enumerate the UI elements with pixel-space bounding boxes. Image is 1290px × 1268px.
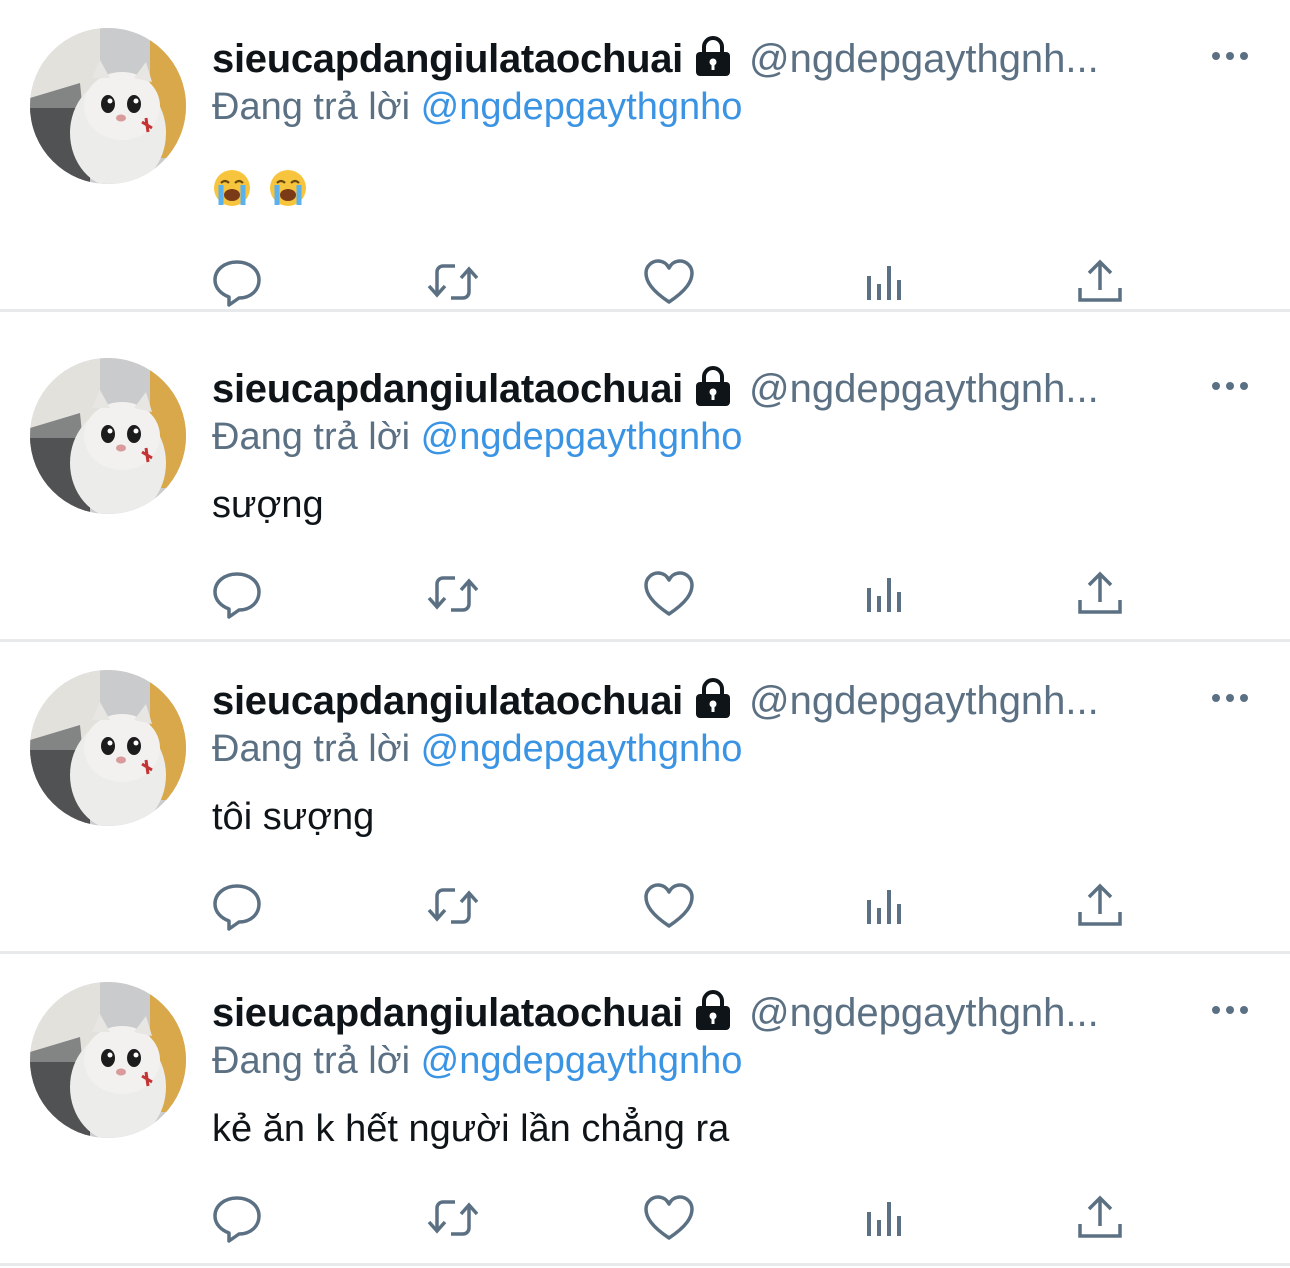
reply-feed: sieucapdangiulataochuai @ngdepgaythgnh..… [0,0,1290,1268]
cat-avatar-image [30,982,186,1138]
more-options-icon[interactable] [1210,374,1250,398]
analytics-icon[interactable] [857,566,913,622]
tweet-emojis [212,168,308,208]
tweet-actions [0,254,1290,310]
mention-link[interactable]: @ngdepgaythgnho [421,416,743,458]
tweet-header: sieucapdangiulataochuai @ngdepgaythgnh..… [212,364,1202,414]
loudly-crying-face-emoji [270,170,306,206]
share-icon[interactable] [1072,254,1128,310]
avatar[interactable] [30,358,186,514]
user-handle[interactable]: @ngdepgaythgnh... [749,679,1099,724]
analytics-icon[interactable] [857,254,913,310]
retweet-icon[interactable] [425,1190,481,1246]
display-name[interactable]: sieucapdangiulataochuai [212,367,683,412]
share-icon[interactable] [1072,1190,1128,1246]
user-handle[interactable]: @ngdepgaythgnh... [749,367,1099,412]
reply-icon[interactable] [209,1190,265,1246]
tweet[interactable]: sieucapdangiulataochuai @ngdepgaythgnh..… [0,0,1290,312]
display-name[interactable]: sieucapdangiulataochuai [212,991,683,1036]
lock-icon [693,35,733,83]
user-handle[interactable]: @ngdepgaythgnh... [749,37,1099,82]
display-name[interactable]: sieucapdangiulataochuai [212,37,683,82]
more-options-icon[interactable] [1210,686,1250,710]
user-handle[interactable]: @ngdepgaythgnh... [749,991,1099,1036]
like-icon[interactable] [641,254,697,310]
reply-icon[interactable] [209,878,265,934]
display-name[interactable]: sieucapdangiulataochuai [212,679,683,724]
retweet-icon[interactable] [425,566,481,622]
reply-icon[interactable] [209,254,265,310]
tweet-actions [0,1190,1290,1246]
cat-avatar-image [30,28,186,184]
more-options-icon[interactable] [1210,44,1250,68]
tweet-actions [0,878,1290,934]
tweet-header: sieucapdangiulataochuai @ngdepgaythgnh..… [212,988,1202,1038]
retweet-icon[interactable] [425,254,481,310]
share-icon[interactable] [1072,878,1128,934]
tweet-text: tôi sượng [212,796,375,838]
share-icon[interactable] [1072,566,1128,622]
avatar[interactable] [30,982,186,1138]
avatar[interactable] [30,28,186,184]
tweet-header: sieucapdangiulataochuai @ngdepgaythgnh..… [212,676,1202,726]
loudly-crying-face-emoji [214,170,250,206]
like-icon[interactable] [641,1190,697,1246]
reply-prefix: Đang trả lời [212,86,411,128]
reply-prefix: Đang trả lời [212,1040,411,1082]
mention-link[interactable]: @ngdepgaythgnho [421,86,743,128]
analytics-icon[interactable] [857,1190,913,1246]
mention-link[interactable]: @ngdepgaythgnho [421,1040,743,1082]
reply-prefix: Đang trả lời [212,728,411,770]
cat-avatar-image [30,670,186,826]
more-options-icon[interactable] [1210,998,1250,1022]
mention-link[interactable]: @ngdepgaythgnho [421,728,743,770]
tweet[interactable]: sieucapdangiulataochuai @ngdepgaythgnh..… [0,642,1290,954]
reply-context: Đang trả lời @ngdepgaythgnho [212,728,742,771]
tweet-text: sượng [212,484,324,526]
tweet-text: kẻ ăn k hết người lần chẳng ra [212,1108,730,1150]
reply-context: Đang trả lời @ngdepgaythgnho [212,416,742,459]
avatar[interactable] [30,670,186,826]
reply-context: Đang trả lời @ngdepgaythgnho [212,86,742,129]
reply-prefix: Đang trả lời [212,416,411,458]
analytics-icon[interactable] [857,878,913,934]
tweet[interactable]: sieucapdangiulataochuai @ngdepgaythgnh..… [0,330,1290,642]
tweet-header: sieucapdangiulataochuai @ngdepgaythgnh..… [212,34,1202,84]
like-icon[interactable] [641,878,697,934]
like-icon[interactable] [641,566,697,622]
tweet-actions [0,566,1290,622]
reply-icon[interactable] [209,566,265,622]
cat-avatar-image [30,358,186,514]
tweet[interactable]: sieucapdangiulataochuai @ngdepgaythgnh..… [0,954,1290,1266]
retweet-icon[interactable] [425,878,481,934]
lock-icon [693,365,733,413]
lock-icon [693,989,733,1037]
reply-context: Đang trả lời @ngdepgaythgnho [212,1040,742,1083]
lock-icon [693,677,733,725]
